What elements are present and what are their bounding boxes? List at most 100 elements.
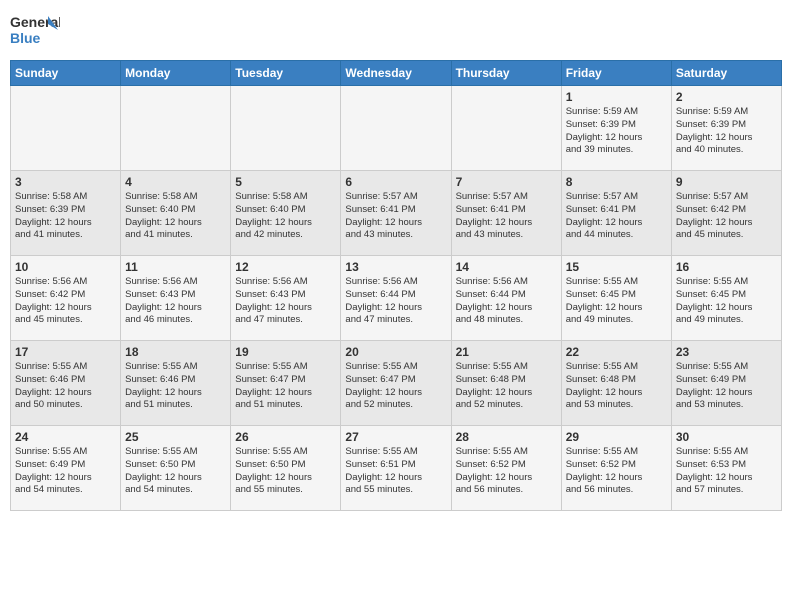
day-info: Sunrise: 5:57 AMSunset: 6:41 PMDaylight:…	[566, 191, 667, 242]
calendar-week-4: 17 Sunrise: 5:55 AMSunset: 6:46 PMDayligh…	[11, 341, 782, 426]
day-number: 16	[676, 260, 777, 274]
calendar-cell	[341, 86, 451, 171]
calendar-cell	[121, 86, 231, 171]
day-number: 22	[566, 345, 667, 359]
day-number: 27	[345, 430, 446, 444]
day-number: 7	[456, 175, 557, 189]
day-number: 2	[676, 90, 777, 104]
calendar-week-3: 10Sunrise: 5:56 AMSunset: 6:42 PMDayligh…	[11, 256, 782, 341]
day-info: Sunrise: 5:59 AMSunset: 6:39 PMDaylight:…	[566, 106, 667, 157]
day-info: Sunrise: 5:57 AMSunset: 6:41 PMDaylight:…	[456, 191, 557, 242]
calendar-cell: 14Sunrise: 5:56 AMSunset: 6:44 PMDayligh…	[451, 256, 561, 341]
calendar-cell: 19 Sunrise: 5:55 AMSunset: 6:47 PMDayligh…	[231, 341, 341, 426]
day-info: Sunrise: 5:56 AMSunset: 6:44 PMDaylight:…	[345, 276, 446, 327]
day-number: 4	[125, 175, 226, 189]
day-info: Sunrise: 5:56 AMSunset: 6:43 PMDaylight:…	[125, 276, 226, 327]
day-info: Sunrise: 5:56 AMSunset: 6:44 PMDaylight:…	[456, 276, 557, 327]
day-number: 26	[235, 430, 336, 444]
calendar-cell: 23 Sunrise: 5:55 AMSunset: 6:49 PMDayligh…	[671, 341, 781, 426]
svg-text:General: General	[10, 14, 60, 30]
day-info: Sunrise: 5:55 AMSunset: 6:46 PMDaylight:…	[15, 361, 116, 412]
calendar-cell: 12 Sunrise: 5:56 AMSunset: 6:43 PMDayligh…	[231, 256, 341, 341]
calendar-cell: 24Sunrise: 5:55 AMSunset: 6:49 PMDayligh…	[11, 426, 121, 511]
day-info: Sunrise: 5:55 AMSunset: 6:45 PMDaylight:…	[676, 276, 777, 327]
day-number: 30	[676, 430, 777, 444]
col-header-monday: Monday	[121, 61, 231, 86]
col-header-friday: Friday	[561, 61, 671, 86]
day-info: Sunrise: 5:55 AMSunset: 6:53 PMDaylight:…	[676, 446, 777, 497]
day-info: Sunrise: 5:55 AMSunset: 6:48 PMDaylight:…	[456, 361, 557, 412]
calendar-cell: 25 Sunrise: 5:55 AMSunset: 6:50 PMDayligh…	[121, 426, 231, 511]
col-header-thursday: Thursday	[451, 61, 561, 86]
day-info: Sunrise: 5:55 AMSunset: 6:45 PMDaylight:…	[566, 276, 667, 327]
calendar-cell: 29 Sunrise: 5:55 AMSunset: 6:52 PMDayligh…	[561, 426, 671, 511]
calendar-cell: 7 Sunrise: 5:57 AMSunset: 6:41 PMDaylight…	[451, 171, 561, 256]
day-number: 23	[676, 345, 777, 359]
day-number: 5	[235, 175, 336, 189]
day-number: 25	[125, 430, 226, 444]
day-info: Sunrise: 5:55 AMSunset: 6:52 PMDaylight:…	[566, 446, 667, 497]
logo: General Blue	[10, 10, 60, 54]
calendar-cell	[11, 86, 121, 171]
calendar-cell: 26 Sunrise: 5:55 AMSunset: 6:50 PMDayligh…	[231, 426, 341, 511]
calendar-week-2: 3Sunrise: 5:58 AMSunset: 6:39 PMDaylight…	[11, 171, 782, 256]
calendar-cell: 16 Sunrise: 5:55 AMSunset: 6:45 PMDayligh…	[671, 256, 781, 341]
page-header: General Blue	[10, 10, 782, 54]
col-header-saturday: Saturday	[671, 61, 781, 86]
day-number: 21	[456, 345, 557, 359]
day-number: 17	[15, 345, 116, 359]
calendar-week-5: 24Sunrise: 5:55 AMSunset: 6:49 PMDayligh…	[11, 426, 782, 511]
calendar-cell: 15 Sunrise: 5:55 AMSunset: 6:45 PMDayligh…	[561, 256, 671, 341]
calendar-cell: 2 Sunrise: 5:59 AMSunset: 6:39 PMDaylight…	[671, 86, 781, 171]
calendar-cell	[451, 86, 561, 171]
calendar-cell: 27 Sunrise: 5:55 AMSunset: 6:51 PMDayligh…	[341, 426, 451, 511]
day-info: Sunrise: 5:55 AMSunset: 6:50 PMDaylight:…	[235, 446, 336, 497]
day-info: Sunrise: 5:55 AMSunset: 6:50 PMDaylight:…	[125, 446, 226, 497]
calendar-header: SundayMondayTuesdayWednesdayThursdayFrid…	[11, 61, 782, 86]
day-info: Sunrise: 5:56 AMSunset: 6:43 PMDaylight:…	[235, 276, 336, 327]
day-number: 11	[125, 260, 226, 274]
day-number: 6	[345, 175, 446, 189]
day-info: Sunrise: 5:55 AMSunset: 6:48 PMDaylight:…	[566, 361, 667, 412]
day-info: Sunrise: 5:55 AMSunset: 6:47 PMDaylight:…	[235, 361, 336, 412]
day-number: 20	[345, 345, 446, 359]
svg-text:Blue: Blue	[10, 30, 41, 46]
day-number: 29	[566, 430, 667, 444]
calendar-cell: 1 Sunrise: 5:59 AMSunset: 6:39 PMDaylight…	[561, 86, 671, 171]
day-info: Sunrise: 5:58 AMSunset: 6:39 PMDaylight:…	[15, 191, 116, 242]
calendar-cell: 11 Sunrise: 5:56 AMSunset: 6:43 PMDayligh…	[121, 256, 231, 341]
calendar-cell: 8 Sunrise: 5:57 AMSunset: 6:41 PMDaylight…	[561, 171, 671, 256]
calendar-cell: 5 Sunrise: 5:58 AMSunset: 6:40 PMDaylight…	[231, 171, 341, 256]
day-number: 19	[235, 345, 336, 359]
day-number: 13	[345, 260, 446, 274]
day-info: Sunrise: 5:58 AMSunset: 6:40 PMDaylight:…	[235, 191, 336, 242]
calendar-cell: 9Sunrise: 5:57 AMSunset: 6:42 PMDaylight…	[671, 171, 781, 256]
calendar-cell: 28 Sunrise: 5:55 AMSunset: 6:52 PMDayligh…	[451, 426, 561, 511]
calendar-cell: 30 Sunrise: 5:55 AMSunset: 6:53 PMDayligh…	[671, 426, 781, 511]
calendar-cell: 21 Sunrise: 5:55 AMSunset: 6:48 PMDayligh…	[451, 341, 561, 426]
day-info: Sunrise: 5:55 AMSunset: 6:51 PMDaylight:…	[345, 446, 446, 497]
day-info: Sunrise: 5:59 AMSunset: 6:39 PMDaylight:…	[676, 106, 777, 157]
day-number: 8	[566, 175, 667, 189]
day-info: Sunrise: 5:55 AMSunset: 6:49 PMDaylight:…	[15, 446, 116, 497]
day-number: 18	[125, 345, 226, 359]
day-number: 12	[235, 260, 336, 274]
calendar-cell: 13 Sunrise: 5:56 AMSunset: 6:44 PMDayligh…	[341, 256, 451, 341]
logo-svg: General Blue	[10, 10, 60, 54]
day-info: Sunrise: 5:55 AMSunset: 6:52 PMDaylight:…	[456, 446, 557, 497]
day-number: 10	[15, 260, 116, 274]
col-header-sunday: Sunday	[11, 61, 121, 86]
calendar-table: SundayMondayTuesdayWednesdayThursdayFrid…	[10, 60, 782, 511]
calendar-cell: 4Sunrise: 5:58 AMSunset: 6:40 PMDaylight…	[121, 171, 231, 256]
calendar-cell: 3Sunrise: 5:58 AMSunset: 6:39 PMDaylight…	[11, 171, 121, 256]
calendar-cell: 22 Sunrise: 5:55 AMSunset: 6:48 PMDayligh…	[561, 341, 671, 426]
calendar-cell: 18Sunrise: 5:55 AMSunset: 6:46 PMDayligh…	[121, 341, 231, 426]
day-number: 1	[566, 90, 667, 104]
calendar-cell: 10Sunrise: 5:56 AMSunset: 6:42 PMDayligh…	[11, 256, 121, 341]
col-header-tuesday: Tuesday	[231, 61, 341, 86]
calendar-cell: 20Sunrise: 5:55 AMSunset: 6:47 PMDayligh…	[341, 341, 451, 426]
day-number: 15	[566, 260, 667, 274]
day-info: Sunrise: 5:55 AMSunset: 6:49 PMDaylight:…	[676, 361, 777, 412]
day-number: 28	[456, 430, 557, 444]
calendar-cell	[231, 86, 341, 171]
